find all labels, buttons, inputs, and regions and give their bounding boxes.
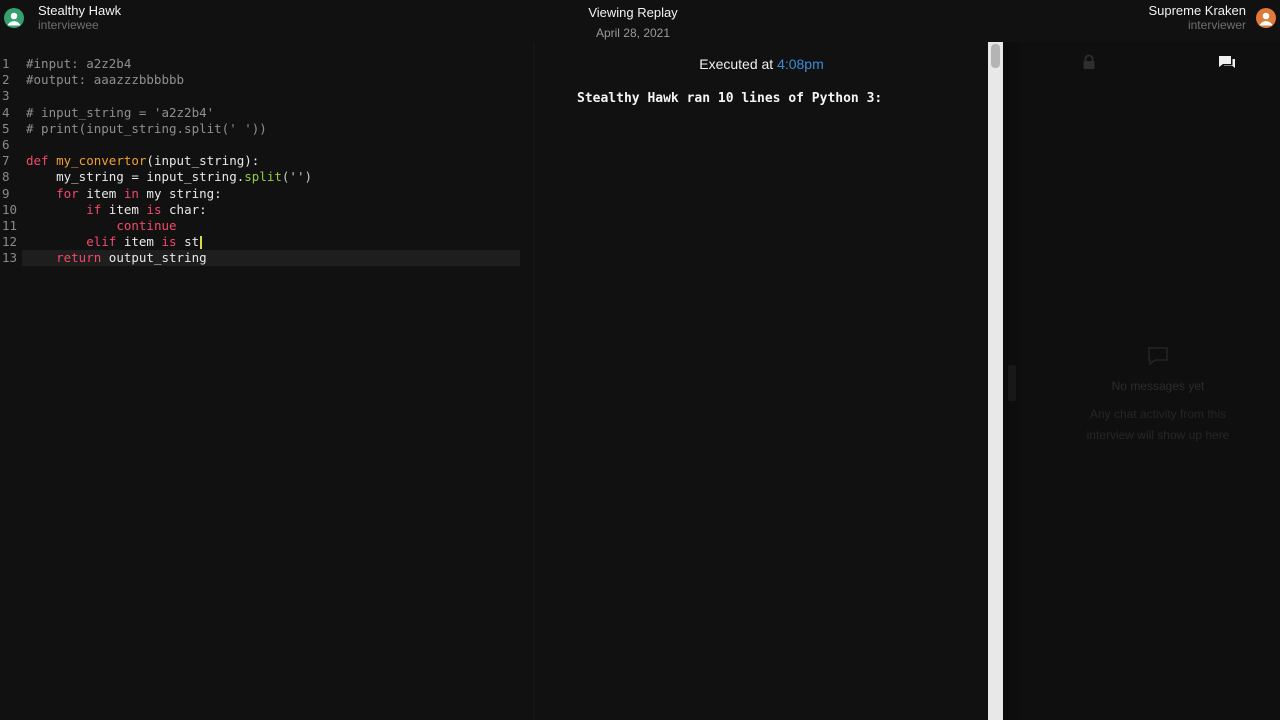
- code-token: item: [78, 185, 124, 201]
- code-line[interactable]: 8 my_string = input_string.split(''): [0, 169, 533, 185]
- code-token: for: [56, 185, 79, 201]
- code-token: char:: [161, 201, 207, 217]
- code-token: #output: aaazzzbbbbbb: [26, 72, 185, 88]
- line-number: 12: [2, 234, 18, 250]
- code-line[interactable]: 2 #output: aaazzzbbbbbb: [0, 72, 533, 88]
- code-token: in: [123, 185, 139, 201]
- code-token: my string:: [138, 185, 222, 201]
- code-text: # print(input_string.split(' ')): [26, 121, 267, 137]
- scrollbar-thumb[interactable]: [991, 44, 1000, 68]
- code-line[interactable]: 10 if item is char:: [0, 202, 533, 218]
- code-line[interactable]: 7 def my_convertor(input_string):: [0, 153, 533, 169]
- empty-chat-title: No messages yet: [1111, 379, 1205, 393]
- interviewer-avatar-icon: [1256, 8, 1276, 28]
- text-cursor: [200, 236, 203, 250]
- code-text: my_string = input_string.split(''): [26, 169, 312, 185]
- code-text: # input_string = 'a2z2b4': [26, 105, 214, 121]
- executed-at-label: Executed at: [699, 56, 774, 72]
- executed-time-link[interactable]: 4:08pm: [777, 56, 824, 72]
- line-number: 1: [2, 56, 10, 71]
- replay-label: Viewing Replay: [588, 5, 678, 20]
- code-token: my_convertor: [56, 153, 147, 169]
- code-line[interactable]: 5 # print(input_string.split(' ')): [0, 121, 533, 137]
- line-number: 6: [2, 137, 10, 152]
- code-editor[interactable]: 1 #input: a2z2b4 2 #output: aaazzzbbbbbb 3 4 #…: [0, 42, 533, 720]
- code-token: is: [161, 234, 177, 250]
- interviewee-role: interviewee: [38, 18, 99, 32]
- code-token: is: [146, 201, 162, 217]
- run-summary: Stealthy Hawk ran 10 lines of Python 3:: [577, 91, 883, 106]
- output-scrollbar[interactable]: [988, 42, 1003, 720]
- line-number: 3: [2, 88, 10, 104]
- chat-resize-handle[interactable]: [1008, 365, 1016, 401]
- lock-icon[interactable]: [1082, 54, 1096, 75]
- empty-chat-subtitle: Any chat activity from this interview wi…: [1086, 407, 1230, 442]
- code-token: split: [244, 169, 282, 185]
- replay-title: Viewing Replay April 28, 2021: [540, 3, 726, 43]
- code-token: # input_string = 'a2z2b4': [26, 104, 215, 120]
- line-number: 2: [2, 72, 10, 88]
- code-token: output_string: [101, 250, 207, 266]
- line-number: 5: [2, 120, 10, 136]
- code-text: return output_string: [26, 250, 207, 266]
- code-token: (input_string):: [146, 153, 260, 169]
- code-token: def: [26, 153, 49, 169]
- code-line[interactable]: 9 for item in my string:: [0, 186, 533, 202]
- top-bar: Stealthy Hawk interviewee Viewing Replay…: [0, 0, 1280, 42]
- code-token: continue: [116, 218, 177, 233]
- code-token: elif: [86, 234, 117, 250]
- code-token: if: [86, 201, 102, 217]
- line-number: 9: [2, 185, 10, 201]
- code-token: st: [176, 234, 200, 250]
- interviewee-info: Stealthy Hawk interviewee: [4, 4, 121, 32]
- code-line[interactable]: 6: [0, 137, 533, 153]
- chat-panel: No messages yet Any chat activity from t…: [1020, 42, 1280, 720]
- code-line[interactable]: 12 elif item is st: [0, 234, 533, 250]
- code-line[interactable]: 4 # input_string = 'a2z2b4': [0, 105, 533, 121]
- code-text: if item is char:: [26, 201, 207, 218]
- code-token: # print(input_string.split(' ')): [26, 120, 267, 136]
- interviewer-name: Supreme Kraken: [1148, 3, 1246, 18]
- line-number: 11: [2, 218, 18, 233]
- code-line[interactable]: 13 return output_string: [0, 250, 533, 266]
- replay-date: April 28, 2021: [595, 26, 671, 40]
- code-text: #input: a2z2b4: [26, 56, 131, 72]
- empty-chat-icon: [1147, 346, 1169, 371]
- line-number: 7: [2, 153, 10, 169]
- code-text: def my_convertor(input_string):: [26, 153, 259, 169]
- code-token: item: [116, 234, 162, 250]
- interviewer-role: interviewer: [1187, 18, 1246, 32]
- code-text: elif item is st: [26, 234, 203, 250]
- code-line[interactable]: 11 continue: [0, 218, 533, 234]
- line-number: 8: [2, 169, 10, 185]
- chat-icon[interactable]: [1218, 55, 1236, 76]
- output-panel: Executed at 4:08pm Stealthy Hawk ran 10 …: [535, 42, 988, 720]
- code-line[interactable]: 1 #input: a2z2b4: [0, 56, 533, 72]
- interviewee-avatar-icon: [4, 8, 24, 28]
- code-token: return: [56, 250, 102, 266]
- line-number: 13: [2, 250, 18, 266]
- code-text: for item in my string:: [26, 186, 222, 202]
- code-token: #input: a2z2b4: [26, 56, 132, 71]
- code-text: continue: [26, 218, 177, 234]
- code-token: (''): [281, 169, 312, 185]
- executed-at-line: Executed at 4:08pm: [535, 56, 988, 72]
- code-text: #output: aaazzzbbbbbb: [26, 72, 184, 88]
- code-token: my_string = input_string.: [26, 169, 245, 185]
- code-line[interactable]: 3: [0, 88, 533, 104]
- interviewee-name: Stealthy Hawk: [38, 3, 122, 18]
- line-number: 10: [2, 201, 18, 217]
- code-token: item: [101, 201, 147, 217]
- line-number: 4: [2, 104, 10, 120]
- interviewer-info: Supreme Kraken interviewer: [1148, 4, 1276, 32]
